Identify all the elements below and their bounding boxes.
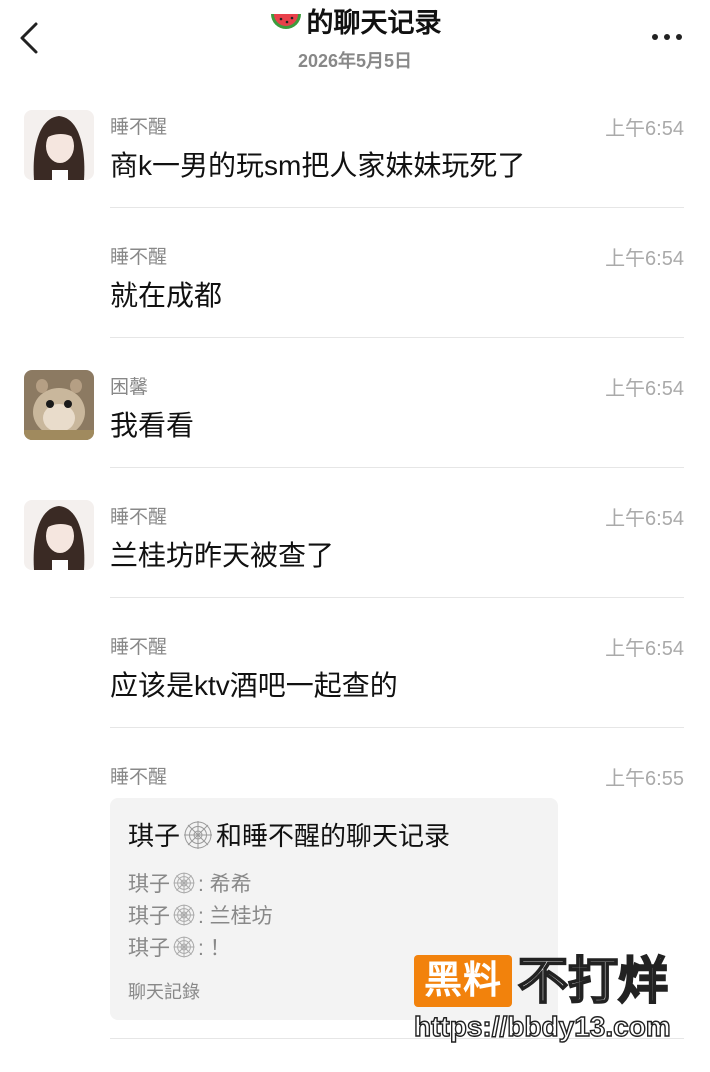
watermark-slogan: 不打烊 [517,952,669,1010]
watermark-url: https://bbdy13.com [413,1010,671,1042]
spider-web-icon [173,904,195,926]
message-text[interactable]: 应该是ktv酒吧一起查的 [110,664,398,704]
message-text[interactable]: 兰桂坊昨天被查了 [110,534,334,574]
divider [110,207,684,208]
message-time: 上午6:54 [605,508,684,530]
chat-date: 2026年5月5日 [297,51,413,71]
spider-web-icon [184,820,213,849]
watermelon-icon [270,14,301,29]
message-time: 上午6:54 [605,378,684,400]
divider [110,727,684,728]
message-time: 上午6:54 [605,638,684,660]
title-text: 的聊天记录 [306,8,442,38]
more-options-icon[interactable] [652,34,682,40]
message-time: 上午6:54 [605,118,684,140]
card-footer-label: 聊天記錄 [128,982,200,1002]
anime-girl-avatar-icon [24,500,94,570]
card-title: 琪子 和睡不醒的聊天记录 [128,816,450,853]
preview-sender: 琪子 [128,937,170,960]
anime-girl-avatar-icon [24,110,94,180]
preview-sender: 琪子 [128,905,170,928]
message-time: 上午6:55 [605,768,684,790]
message-text[interactable]: 商k一男的玩sm把人家妹妹玩死了 [110,144,525,184]
sender-name: 睡不醒 [110,117,168,138]
watermark-badge: 黑料 [414,955,512,1007]
preview-text: : 希希 [198,873,252,896]
message-text[interactable]: 就在成都 [110,274,222,314]
card-preview-line: 琪子 : 兰桂坊 [128,900,273,930]
card-preview-line: 琪子 : 希希 [128,868,252,898]
preview-text: : 兰桂坊 [198,905,273,928]
sender-name: 困馨 [110,377,149,398]
card-title-suffix: 和睡不醒的聊天记录 [216,821,451,851]
avatar[interactable] [24,370,94,440]
avatar[interactable] [24,500,94,570]
spider-web-icon [173,872,195,894]
chat-history-header: 的聊天记录 2026年5月5日 [0,0,710,84]
watermark: 黑料 不打烊 https://bbdy13.com [413,952,684,1053]
divider [110,337,684,338]
page-title: 的聊天记录 [269,6,442,40]
sender-name: 睡不醒 [110,637,168,658]
sender-name: 睡不醒 [110,247,168,268]
card-preview-line: 琪子 : ！ [128,932,231,962]
avatar[interactable] [24,110,94,180]
sender-name: 睡不醒 [110,507,168,528]
divider [110,467,684,468]
sender-name: 睡不醒 [110,767,168,788]
card-title-name: 琪子 [128,821,181,851]
preview-text: : ！ [198,937,231,960]
preview-sender: 琪子 [128,873,170,896]
message-text[interactable]: 我看看 [110,404,194,444]
hamster-avatar-icon [24,370,94,440]
divider [110,597,684,598]
spider-web-icon [173,936,195,958]
message-time: 上午6:54 [605,248,684,270]
